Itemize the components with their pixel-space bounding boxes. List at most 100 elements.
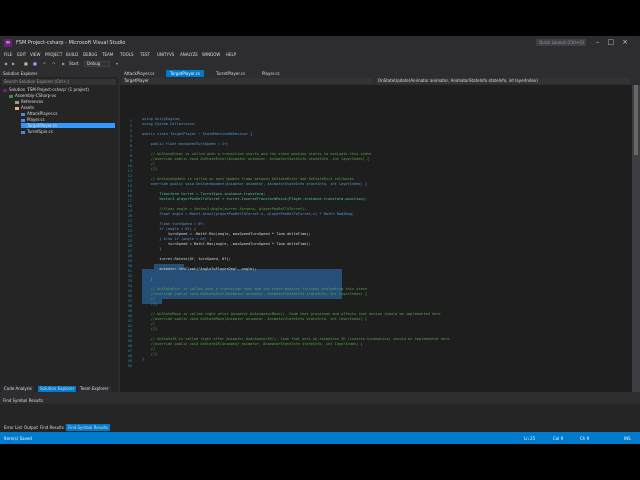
tree-node[interactable]: TargetPlayer.cs: [21, 123, 115, 128]
menu-build[interactable]: BUILD: [66, 52, 78, 57]
code-line: turnSpeed = Mathf.Max(angle, -maxSpeedTu…: [142, 242, 311, 246]
tree-node[interactable]: References: [15, 99, 115, 104]
window-controls[interactable]: –□×: [596, 38, 636, 46]
tab-error-list[interactable]: Error List: [2, 424, 24, 431]
code-line: //}: [142, 302, 158, 306]
tree-node-label: TurretSpin.cs: [27, 129, 53, 134]
line-number: 15: [127, 189, 132, 193]
line-number: 29: [127, 259, 132, 263]
line-number: 3: [129, 129, 132, 133]
references-icon: [15, 100, 19, 104]
start-button[interactable]: Start: [69, 61, 79, 67]
line-number: 50: [127, 364, 132, 368]
tree-node[interactable]: Player.cs: [21, 117, 115, 122]
tab-solution-explorer[interactable]: Solution Explorer: [38, 386, 77, 392]
solution-icon: [3, 88, 7, 92]
start-icon[interactable]: ▶: [62, 61, 65, 67]
toolbar-overflow-icon[interactable]: ▾: [116, 61, 118, 67]
menu-file[interactable]: FILE: [4, 52, 12, 57]
menu-view[interactable]: VIEW: [30, 52, 40, 57]
member-dropdown[interactable]: OnStateUpdate(Animator animator, Animato…: [376, 78, 630, 84]
tab-turretplayer[interactable]: TurretPlayer.cs: [212, 70, 249, 77]
tree-node[interactable]: TurretSpin.cs: [21, 129, 115, 134]
tab-attackplayer[interactable]: AttackPlayer.cs: [120, 70, 158, 77]
line-number: 44: [127, 334, 132, 338]
line-number: 1: [129, 119, 132, 123]
line-number: 24: [127, 234, 132, 238]
line-number: 42: [127, 324, 132, 328]
save-icon[interactable]: ■: [33, 61, 37, 67]
code-line: float angle = Mathf.Atan2(playerPosRelTo…: [142, 212, 355, 216]
cs-file-icon: [21, 118, 25, 122]
line-number: 25: [127, 239, 132, 243]
line-number: 46: [127, 344, 132, 348]
scroll-thumb[interactable]: [634, 85, 638, 155]
tab-targetplayer[interactable]: TargetPlayer.cs: [166, 70, 205, 77]
menu-tools[interactable]: TOOLS: [120, 52, 134, 57]
code-line: using System.Collections;: [142, 122, 197, 126]
menu-bar: FILE EDIT VIEW PROJECT BUILD DEBUG TEAM …: [0, 50, 640, 59]
code-line: //override public void OnStateMove(Anima…: [142, 317, 368, 321]
menu-debug[interactable]: DEBUG: [83, 52, 97, 57]
tab-team-explorer[interactable]: Team Explorer: [78, 386, 111, 392]
menu-project[interactable]: PROJECT: [45, 52, 62, 57]
code-line: //override public void OnStateIK(Animato…: [142, 342, 363, 346]
tree-node[interactable]: Assembly-CSharp-vs: [9, 93, 115, 98]
visual-studio-window: ∞ FSM Project-csharp - Microsoft Visual …: [0, 36, 640, 444]
line-number: 11: [127, 169, 132, 173]
solution-explorer-title: Solution Explorer: [0, 70, 118, 77]
menu-help[interactable]: HELP: [226, 52, 236, 57]
redo-icon[interactable]: ↷: [52, 61, 55, 67]
open-file-icon[interactable]: ■: [24, 61, 28, 67]
tree-node-label: References: [21, 99, 44, 104]
line-number: 22: [127, 224, 132, 228]
line-number: 17: [127, 199, 132, 203]
line-number: 8: [129, 154, 132, 158]
config-dropdown[interactable]: Debug: [84, 61, 110, 67]
tab-code-analysis[interactable]: Code Analysis: [2, 386, 34, 392]
code-line: public class TargetPlayer : StateMachine…: [142, 132, 253, 136]
menu-edit[interactable]: EDIT: [17, 52, 26, 57]
line-number: 13: [127, 179, 132, 183]
tree-node-label: TargetPlayer.cs: [27, 123, 58, 128]
tree-node-label: Player.cs: [27, 117, 45, 122]
line-number: 36: [127, 294, 132, 298]
code-line: //}: [142, 327, 158, 331]
tab-find-results[interactable]: Find Results 1: [38, 424, 70, 431]
line-number: 37: [127, 299, 132, 303]
tab-player[interactable]: Player.cs: [258, 70, 284, 77]
code-editor[interactable]: AttackPlayer.cs TargetPlayer.cs TurretPl…: [120, 70, 640, 392]
menu-analyze[interactable]: ANALYZE: [180, 52, 198, 57]
solution-search-input[interactable]: Search Solution Explorer (Ctrl+;): [2, 79, 116, 85]
code-line: Vector3 playerPosRelToTurret = turret.In…: [142, 197, 368, 201]
forward-icon[interactable]: ▶: [12, 61, 15, 67]
project-icon: [9, 94, 13, 98]
tree-node[interactable]: Solution 'FSM Project-csharp' (1 project…: [3, 87, 115, 92]
cs-file-icon: [21, 130, 25, 134]
tab-find-symbol-results[interactable]: Find Symbol Results: [66, 424, 111, 431]
menu-team[interactable]: TEAM: [102, 52, 113, 57]
back-icon[interactable]: ◀: [4, 61, 7, 67]
line-number: 28: [127, 254, 132, 258]
undo-icon[interactable]: ↶: [43, 61, 46, 67]
document-tabs: AttackPlayer.cs TargetPlayer.cs TurretPl…: [120, 70, 640, 77]
menu-unityvs[interactable]: UNITYVS: [157, 52, 174, 57]
line-number: 49: [127, 359, 132, 363]
menu-window[interactable]: WINDOW: [202, 52, 220, 57]
tree-node[interactable]: Assets: [15, 105, 115, 110]
vertical-scrollbar[interactable]: [632, 85, 640, 392]
line-number: 6: [129, 144, 132, 148]
code-line: }: [142, 277, 153, 281]
status-message: Item(s) Saved: [4, 436, 32, 441]
line-number: 31: [127, 269, 132, 273]
line-number: 48: [127, 354, 132, 358]
class-dropdown[interactable]: TargetPlayer: [122, 78, 372, 84]
line-number: 40: [127, 314, 132, 318]
tree-node[interactable]: AttackPlayer.cs: [21, 111, 115, 116]
line-number: 30: [127, 264, 132, 268]
line-number: 4: [129, 134, 132, 138]
line-number: 21: [127, 219, 132, 223]
line-number: 26: [127, 244, 132, 248]
quick-launch-input[interactable]: Quick Launch (Ctrl+Q): [536, 39, 586, 46]
menu-test[interactable]: TEST: [140, 52, 150, 57]
